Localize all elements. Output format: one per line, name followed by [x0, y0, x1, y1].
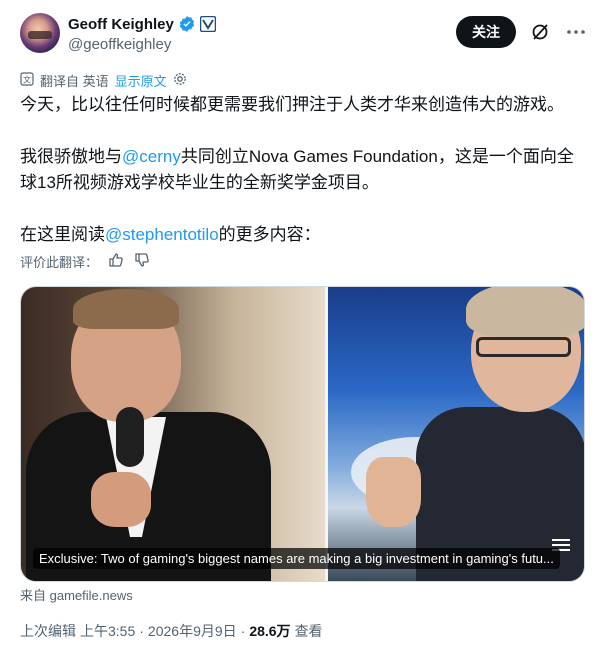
separator: ·	[240, 623, 246, 639]
translation-info: 翻译自 英语	[40, 73, 109, 89]
handle[interactable]: @geoffkeighley	[68, 36, 216, 53]
author-info: Geoff Keighley @geoffkeighley	[68, 14, 216, 53]
rate-label: 评价此翻译：	[20, 254, 99, 270]
post-date[interactable]: 2026年9月9日	[148, 621, 237, 641]
thumbs-up-icon[interactable]	[108, 252, 124, 271]
tweet-paragraph-1: 今天，比以往任何时候都更需要我们押注于人类才华来创造伟大的游戏。	[20, 95, 564, 114]
separator: ·	[139, 623, 144, 639]
mention-link[interactable]: @cerny	[122, 147, 181, 166]
tweet-meta: 上次编辑 上午3:55 · 2026年9月9日 · 28.6万 查看	[20, 621, 323, 641]
link-card[interactable]: Exclusive: Two of gaming's biggest names…	[20, 286, 585, 582]
card-caption-text: Exclusive: Two of gaming's biggest names…	[33, 547, 560, 569]
verified-badge-icon[interactable]	[178, 15, 196, 33]
display-name[interactable]: Geoff Keighley	[68, 16, 174, 33]
person-left-hair	[73, 289, 179, 329]
show-original-link[interactable]: 显示原文	[115, 71, 167, 90]
translate-icon: 文	[20, 71, 34, 89]
affiliate-badge-icon[interactable]	[199, 16, 216, 32]
grok-icon[interactable]	[530, 22, 550, 42]
card-caption: Exclusive: Two of gaming's biggest names…	[33, 547, 570, 569]
tweet-header: Geoff Keighley @geoffkeighley 关注	[20, 10, 586, 58]
image-divider	[325, 287, 328, 581]
translation-notice: 文 翻译自 英语 显示原文	[20, 71, 187, 89]
tweet-paragraph-3: 在这里阅读@stephentotilo的更多内容：	[20, 222, 586, 248]
tweet-text: 今天，比以往任何时候都更需要我们押注于人类才华来创造伟大的游戏。 我很骄傲地与@…	[20, 92, 586, 274]
person-right-hair	[466, 287, 584, 337]
post-time[interactable]: 上午3:55	[80, 621, 135, 641]
tweet-paragraph-2: 我很骄傲地与@cerny共同创立Nova Games Foundation，这是…	[20, 144, 586, 196]
thumbs-down-icon[interactable]	[134, 252, 150, 271]
edited-label[interactable]: 上次编辑	[20, 621, 76, 641]
tweet: Geoff Keighley @geoffkeighley 关注 文 翻译自 英…	[0, 0, 606, 652]
svg-text:文: 文	[23, 74, 31, 84]
follow-button[interactable]: 关注	[456, 16, 516, 48]
text-segment: 我很骄傲地与	[20, 147, 122, 166]
views-label: 查看	[294, 623, 323, 639]
card-source[interactable]: 来自 gamefile.news	[20, 585, 133, 604]
views-count: 28.6万	[249, 623, 291, 639]
thumbs-up-hand	[366, 457, 421, 527]
avatar[interactable]	[20, 13, 60, 53]
person-left-hand	[91, 472, 151, 527]
microphone	[116, 407, 144, 467]
text-segment: 的更多内容：	[218, 225, 321, 244]
glasses	[476, 337, 571, 357]
name-row: Geoff Keighley	[68, 14, 216, 34]
gear-icon[interactable]	[173, 72, 187, 89]
text-segment: 在这里阅读	[20, 225, 105, 244]
more-options-icon[interactable]	[566, 22, 586, 42]
rate-translation: 评价此翻译：	[20, 251, 150, 271]
mention-link[interactable]: @stephentotilo	[105, 225, 219, 244]
